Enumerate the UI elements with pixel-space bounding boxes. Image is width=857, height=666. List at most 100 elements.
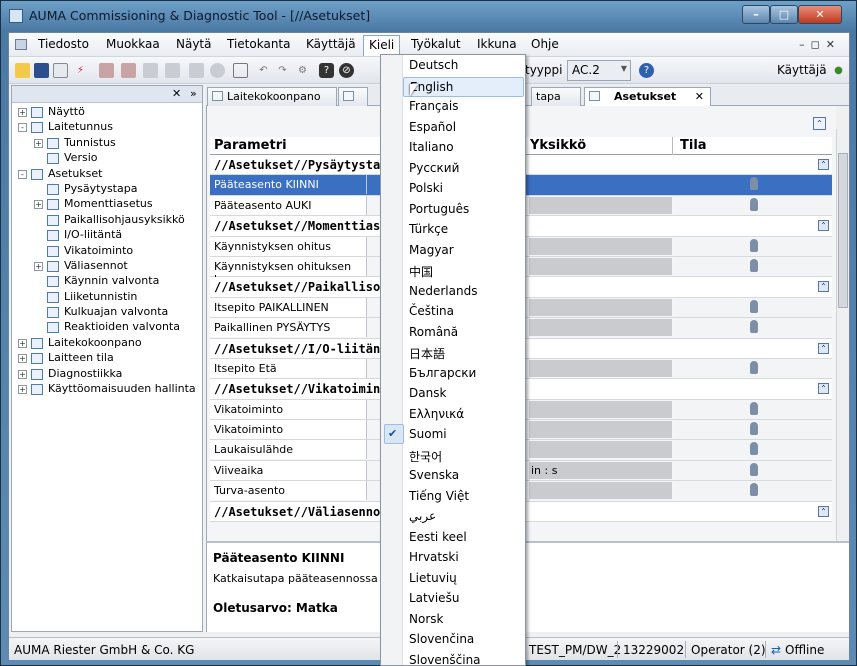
connect-icon[interactable] — [99, 63, 114, 78]
language-item[interactable]: Français — [403, 97, 524, 118]
language-item[interactable]: English — [403, 76, 524, 97]
info-icon[interactable]: ? — [639, 63, 654, 78]
language-item[interactable]: Slovenščina — [403, 651, 524, 666]
expand-icon[interactable]: + — [34, 261, 43, 271]
collapse-group-icon[interactable]: ⌃ — [818, 220, 829, 232]
tab-pysaytystapa[interactable]: tapa — [531, 87, 581, 106]
tab-asetukset[interactable]: Asetukset ✕ — [584, 87, 711, 107]
collapse-group-icon[interactable]: ⌃ — [818, 383, 829, 395]
language-item[interactable]: Ελληνικά — [403, 405, 524, 426]
tree-item[interactable]: + Näyttö — [12, 105, 202, 120]
tab-laitekokoonpano[interactable]: Laitekokoonpano — [207, 87, 337, 106]
tree-item[interactable]: + Diagnostiikka — [12, 367, 202, 382]
document-icon[interactable] — [15, 39, 27, 50]
value-cell[interactable] — [529, 359, 672, 377]
close-tab-icon[interactable]: ✕ — [695, 90, 704, 103]
menu-ohje[interactable]: Ohje — [526, 37, 564, 51]
language-item[interactable]: Italiano — [403, 138, 524, 159]
value-cell[interactable] — [529, 482, 672, 500]
menu-tiedosto[interactable]: Tiedosto — [33, 37, 94, 51]
language-item[interactable]: 한국어 — [403, 446, 524, 467]
expand-icon[interactable]: + — [18, 338, 27, 348]
edit-icon[interactable] — [189, 63, 204, 78]
print-preview-icon[interactable] — [53, 63, 68, 78]
collapse-group-icon[interactable]: ⌃ — [818, 159, 829, 170]
language-item[interactable]: عربي — [403, 507, 524, 528]
language-item[interactable]: Lietuvių — [403, 569, 524, 590]
language-item[interactable]: Nederlands — [403, 282, 524, 303]
menu-kieli[interactable]: Kieli — [363, 35, 401, 56]
language-item[interactable]: Dansk — [403, 384, 524, 405]
tree-item[interactable]: - Laitetunnus — [12, 120, 202, 135]
tree-item[interactable]: Käynnin valvonta — [12, 274, 202, 289]
language-item[interactable]: Eesti keel — [403, 528, 524, 549]
language-item[interactable]: Čeština — [403, 302, 524, 323]
close-panel-icon[interactable]: ✕ — [172, 87, 181, 100]
language-item[interactable]: 日本語 — [403, 343, 524, 364]
value-cell[interactable] — [529, 237, 672, 255]
help-icon[interactable]: ? — [319, 63, 334, 78]
stop-icon[interactable]: ⊘ — [339, 63, 354, 78]
tree-item[interactable]: - Asetukset — [12, 167, 202, 182]
minimize-button[interactable]: – — [742, 5, 770, 24]
globe-icon[interactable] — [210, 63, 225, 78]
tree-item[interactable]: Versio — [12, 151, 202, 166]
tree-item[interactable]: + Tunnistus — [12, 136, 202, 151]
maximize-button[interactable]: □ — [770, 5, 798, 24]
tree-item[interactable]: I/O-liitäntä — [12, 228, 202, 243]
expand-icon[interactable]: + — [18, 369, 27, 379]
language-item[interactable]: 中国 — [403, 261, 524, 282]
user-icon[interactable]: ● — [831, 63, 846, 78]
tree-item[interactable]: Kulkuajan valvonta — [12, 305, 202, 320]
close-button[interactable]: ✕ — [798, 5, 842, 24]
tree-item[interactable]: + Laitekokoonpano — [12, 336, 202, 351]
download-icon[interactable] — [143, 63, 158, 78]
expand-icon[interactable]: + — [18, 108, 27, 117]
tree-item[interactable]: Liiketunnistin — [12, 290, 202, 305]
language-item[interactable]: Norsk — [403, 610, 524, 631]
header-parametri[interactable]: Parametri — [214, 138, 287, 153]
camera-icon[interactable] — [233, 63, 248, 78]
tree-item[interactable]: Vikatoiminto — [12, 244, 202, 259]
tyyppi-select[interactable]: AC.2 ▼ — [567, 60, 631, 81]
value-cell[interactable] — [529, 257, 672, 275]
language-item[interactable]: Hrvatski — [403, 548, 524, 569]
scrollbar-thumb[interactable] — [838, 153, 848, 308]
language-item[interactable]: Latviešu — [403, 589, 524, 610]
compare-icon[interactable] — [165, 63, 180, 78]
title-bar[interactable]: AUMA Commissioning & Diagnostic Tool - [… — [1, 1, 856, 31]
grid-scrollbar[interactable]: ▼ — [836, 129, 849, 552]
open-folder-icon[interactable] — [15, 63, 30, 78]
language-item[interactable]: Português — [403, 200, 524, 221]
collapse-panel-icon[interactable]: » — [190, 87, 197, 100]
value-cell[interactable] — [529, 176, 672, 194]
settings-icon[interactable]: ⚙ — [295, 63, 310, 78]
language-item[interactable]: Svenska — [403, 466, 524, 487]
header-yksikko[interactable]: Yksikkö — [530, 138, 586, 153]
value-cell[interactable] — [529, 400, 672, 418]
language-item[interactable]: Tiếng Việt — [403, 487, 524, 508]
tab-toggle[interactable] — [338, 87, 368, 106]
menu-kayttaja[interactable]: Käyttäjä — [301, 37, 361, 51]
value-cell[interactable] — [529, 319, 672, 337]
language-item[interactable]: Български — [403, 364, 524, 385]
expand-icon[interactable]: + — [34, 138, 43, 148]
collapse-group-icon[interactable]: ⌃ — [818, 505, 829, 517]
tree-item[interactable]: Pysäytystapa — [12, 182, 202, 197]
value-cell[interactable] — [529, 421, 672, 439]
expand-icon[interactable]: + — [18, 385, 27, 395]
collapse-group-icon[interactable]: ⌃ — [818, 281, 829, 293]
collapse-icon[interactable]: - — [18, 169, 27, 179]
mdi-window-buttons[interactable]: –◻✕ — [799, 38, 841, 51]
tree-item[interactable]: + Momenttiasetus — [12, 197, 202, 212]
language-item[interactable]: Polski — [403, 179, 524, 200]
collapse-group-icon[interactable]: ⌃ — [818, 342, 829, 354]
language-item[interactable]: ✔ Suomi — [384, 424, 524, 446]
collapse-icon[interactable]: - — [18, 123, 27, 133]
menu-nayta[interactable]: Näytä — [171, 37, 217, 51]
disconnect-icon[interactable]: ⚡ — [73, 63, 88, 78]
value-cell[interactable] — [529, 441, 672, 459]
expand-icon[interactable]: + — [18, 354, 27, 364]
language-item[interactable]: Deutsch — [403, 56, 524, 77]
language-item[interactable]: Slovenčina — [403, 630, 524, 651]
